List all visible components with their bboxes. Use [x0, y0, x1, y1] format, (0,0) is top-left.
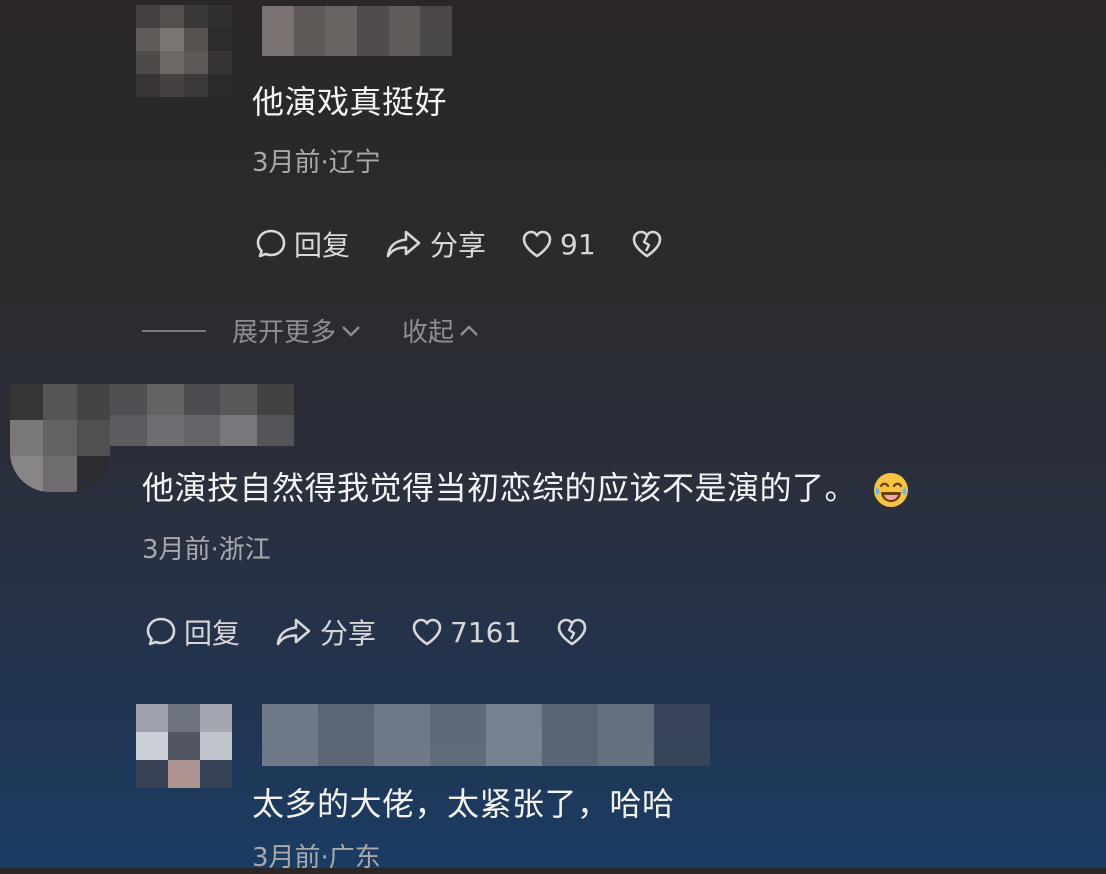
expand-more-button[interactable]: 展开更多 [232, 312, 362, 349]
like-count: 7161 [450, 615, 522, 649]
dislike-button[interactable] [630, 228, 664, 260]
comment-text: 他演技自然得我觉得当初恋综的应该不是演的了。 [142, 468, 911, 510]
comment-text: 太多的大佬，太紧张了，哈哈 [252, 785, 675, 823]
share-label: 分享 [320, 617, 377, 650]
laughing-crying-emoji-icon [874, 473, 909, 507]
comment-actions: 回复 分享 91 [254, 224, 698, 264]
share-button[interactable]: 分享 [384, 224, 486, 264]
broken-heart-icon [557, 618, 587, 646]
username-blurred[interactable] [262, 6, 452, 56]
like-button[interactable]: 91 [520, 228, 596, 261]
expand-label: 展开更多 [232, 318, 337, 348]
share-arrow-icon [276, 618, 311, 646]
comment-bubble-icon [146, 617, 176, 646]
chevron-down-icon [342, 325, 360, 337]
avatar[interactable] [136, 704, 232, 788]
like-count: 91 [560, 227, 596, 261]
share-button[interactable]: 分享 [274, 612, 376, 652]
collapse-label: 收起 [402, 318, 455, 348]
reply-button[interactable]: 回复 [254, 224, 350, 264]
share-label: 分享 [430, 229, 487, 262]
reply-button[interactable]: 回复 [144, 612, 240, 652]
broken-heart-icon [632, 230, 661, 258]
like-button[interactable]: 7161 [410, 616, 521, 649]
username-blurred[interactable] [262, 704, 710, 766]
comment-text-content: 他演技自然得我觉得当初恋综的应该不是演的了。 [142, 469, 858, 507]
comment-meta: 3月前·浙江 [142, 535, 271, 565]
comment-actions: 回复 分享 7161 [144, 612, 623, 652]
thread-controls: 展开更多 收起 [142, 312, 520, 349]
dislike-button[interactable] [555, 616, 589, 648]
reply-label: 回复 [294, 229, 351, 262]
avatar[interactable] [136, 5, 232, 97]
username-blurred[interactable] [110, 384, 294, 446]
collapse-button[interactable]: 收起 [402, 312, 480, 349]
comment-meta: 3月前·广东 [252, 843, 381, 873]
divider [142, 329, 206, 332]
heart-icon [412, 618, 442, 646]
avatar[interactable] [10, 384, 110, 492]
chevron-up-icon [460, 324, 478, 336]
share-arrow-icon [386, 230, 421, 258]
comment-bubble-icon [256, 229, 286, 258]
reply-label: 回复 [184, 617, 241, 650]
comment-text: 他演戏真挺好 [252, 83, 448, 121]
comment-meta: 3月前·辽宁 [252, 148, 381, 178]
heart-icon [522, 230, 552, 258]
